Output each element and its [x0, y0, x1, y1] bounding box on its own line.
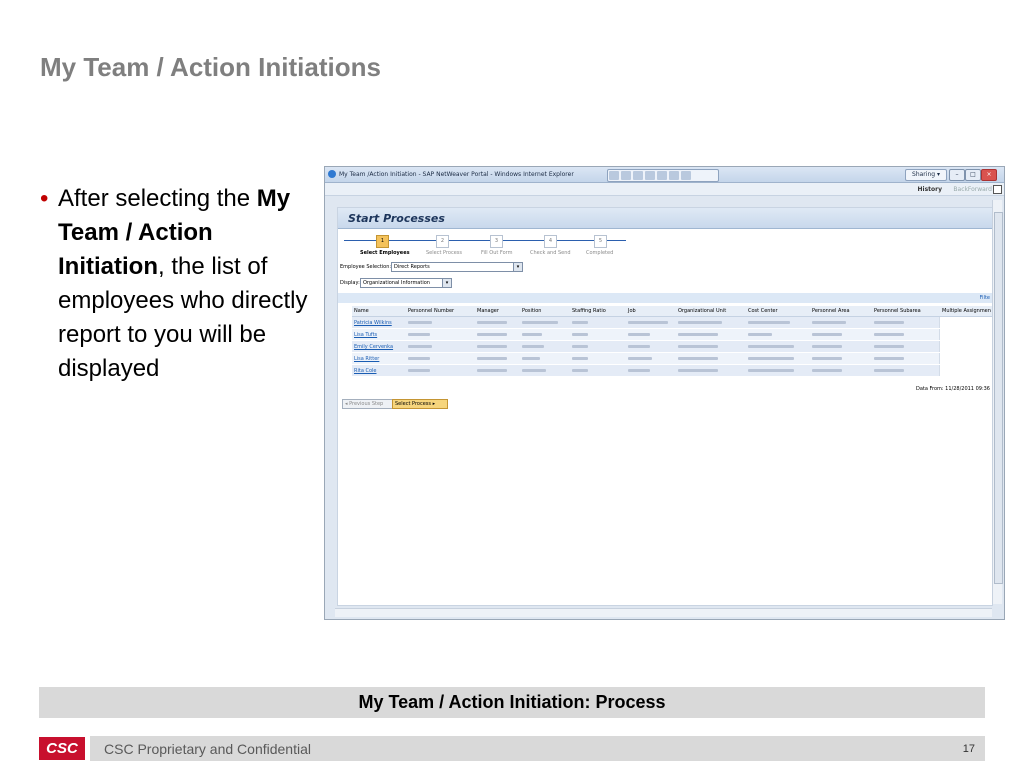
filter-link[interactable]: Filte	[980, 295, 990, 301]
step-4[interactable]: 4	[544, 235, 557, 248]
employee-name-link[interactable]: Patricia Wilkins	[354, 320, 392, 326]
horizontal-scrollbar[interactable]	[335, 608, 992, 617]
chevron-down-icon: ▾	[513, 263, 522, 271]
start-processes-header: Start Processes	[338, 208, 992, 229]
csc-logo: CSC	[39, 737, 85, 760]
step-1[interactable]: 1	[376, 235, 389, 248]
table-row[interactable]: Lisa Tufts	[352, 329, 993, 341]
step-3[interactable]: 3	[490, 235, 503, 248]
bullet-text: After selecting the My Team / Action Ini…	[58, 182, 325, 386]
process-banner: My Team / Action Initiation: Process	[39, 687, 985, 718]
employee-name-link[interactable]: Lisa Ritter	[354, 356, 379, 362]
column-header[interactable]: Manager	[477, 306, 499, 316]
column-header[interactable]: Organizational Unit	[678, 306, 726, 316]
column-header[interactable]: Personnel Number	[408, 306, 454, 316]
employee-name-link[interactable]: Rita Cole	[354, 368, 377, 374]
table-row[interactable]: Emily Cervenka	[352, 341, 993, 353]
view-icon[interactable]	[621, 171, 631, 180]
select-process-button[interactable]: Select Process ▸	[392, 399, 448, 409]
step-label-1: Select Employees	[360, 250, 410, 256]
footer-text: CSC Proprietary and Confidential	[104, 741, 311, 757]
table-row[interactable]: Rita Cole	[352, 365, 993, 377]
employee-selection-dropdown[interactable]: Direct Reports ▾	[391, 262, 523, 272]
minimize-button[interactable]: –	[949, 169, 965, 181]
window-title: My Team /Action Initiation - SAP NetWeav…	[339, 171, 574, 178]
step-5[interactable]: 5	[594, 235, 607, 248]
table-row[interactable]: Patricia Wilkins	[352, 317, 993, 329]
footer-bar: CSC Proprietary and Confidential 17	[90, 736, 985, 761]
employee-selection-label: Employee Selection:	[340, 264, 392, 270]
column-header[interactable]: Personnel Area	[812, 306, 850, 316]
chevron-down-icon: ▾	[442, 279, 451, 287]
pin-icon[interactable]	[645, 171, 655, 180]
column-header[interactable]: Staffing Ratio	[572, 306, 606, 316]
column-header[interactable]: Position	[522, 306, 541, 316]
ie-icon	[328, 170, 336, 178]
column-header[interactable]: Name	[354, 306, 369, 316]
employee-name-link[interactable]: Lisa Tufts	[354, 332, 377, 338]
step-label-5: Completed	[586, 250, 614, 256]
minimize-tab-icon[interactable]	[681, 171, 691, 180]
back-link[interactable]: Back	[953, 186, 968, 193]
history-link[interactable]: History	[917, 186, 942, 193]
table-row[interactable]: Lisa Ritter	[352, 353, 993, 365]
toolbar-icons	[607, 169, 719, 182]
print-icon[interactable]	[657, 171, 667, 180]
column-header[interactable]: Job	[628, 306, 636, 316]
employee-selection-value: Direct Reports	[394, 264, 430, 270]
vertical-scrollbar[interactable]	[992, 200, 1003, 604]
start-processes-title: Start Processes	[348, 212, 445, 225]
column-header[interactable]: Personnel Subarea	[874, 306, 921, 316]
forward-link[interactable]: Forward	[968, 186, 992, 193]
column-header[interactable]: Multiple Assignmen	[942, 306, 991, 316]
column-header[interactable]: Cost Center	[748, 306, 778, 316]
maximize-button[interactable]: □	[965, 169, 981, 181]
help-icon[interactable]	[669, 171, 679, 180]
sharing-button[interactable]: Sharing ▾	[905, 169, 947, 181]
step-label-3: Fill Out Form	[481, 250, 513, 256]
display-value: Organizational Information	[363, 280, 430, 286]
employee-name-link[interactable]: Emily Cervenka	[354, 344, 393, 350]
roadmap-steps: 1 2 3 4 5 Select Employees Select Proces…	[338, 232, 992, 258]
scroll-thumb[interactable]	[994, 212, 1003, 584]
portal-nav-bar: History Back Forward	[325, 183, 1004, 196]
portal-content: Start Processes 1 2 3 4 5 Select Employe…	[337, 207, 993, 606]
tools-icon[interactable]	[633, 171, 643, 180]
display-label: Display:	[340, 280, 360, 286]
display-dropdown[interactable]: Organizational Information ▾	[360, 278, 452, 288]
refresh-icon[interactable]	[609, 171, 619, 180]
close-button[interactable]: ×	[981, 169, 997, 181]
previous-step-button[interactable]: ◂ Previous Step	[342, 399, 394, 409]
employee-table: Name Personnel Number Manager Position S…	[352, 306, 993, 377]
browser-screenshot: My Team /Action Initiation - SAP NetWeav…	[324, 166, 1005, 620]
table-toolbar: Filte	[338, 293, 992, 303]
step-label-2: Select Process	[426, 250, 462, 256]
bullet-text-pre: After selecting the	[58, 185, 251, 212]
slide-title: My Team / Action Initiations	[40, 52, 381, 82]
data-from-timestamp: Data From: 11/28/2011 09:36	[915, 386, 990, 392]
bullet-point: • After selecting the My Team / Action I…	[40, 182, 325, 386]
page-number: 17	[962, 743, 975, 755]
step-label-4: Check and Send	[530, 250, 571, 256]
table-header: Name Personnel Number Manager Position S…	[352, 306, 992, 317]
browser-titlebar: My Team /Action Initiation - SAP NetWeav…	[325, 167, 1004, 183]
menu-icon[interactable]	[993, 185, 1002, 194]
step-2[interactable]: 2	[436, 235, 449, 248]
bullet-icon: •	[40, 185, 49, 212]
